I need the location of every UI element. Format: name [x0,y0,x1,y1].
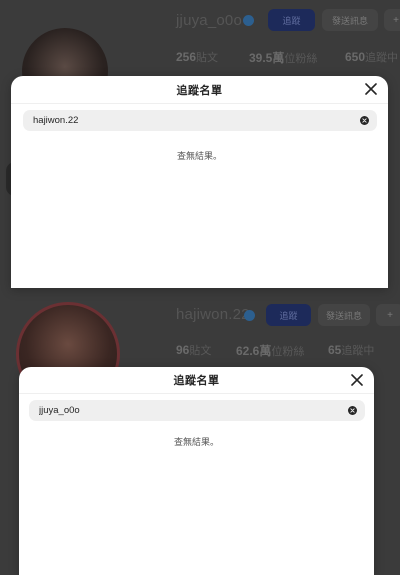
search-box [29,400,365,421]
following-label: 追蹤中 [365,52,399,64]
followers-count: 39.5萬 [249,51,285,65]
following-list-dialog: 追蹤名單 查無結果。 [11,76,388,288]
search-input[interactable] [23,110,360,131]
following-stat[interactable]: 650追蹤中 [345,49,398,65]
profile-username: hajiwon.22 [176,306,250,323]
dialog-title: 追蹤名單 [176,84,223,97]
posts-label: 貼文 [189,345,212,357]
close-icon[interactable] [362,80,380,98]
followers-label: 位粉絲 [284,53,318,65]
no-results-message: 查無結果。 [176,151,222,161]
search-input[interactable] [29,400,348,421]
posts-stat: 256貼文 [176,49,218,65]
search-box [23,110,377,131]
suggest-user-icon[interactable]: + [384,9,400,31]
posts-stat: 96貼文 [176,342,211,358]
close-icon[interactable] [348,371,366,389]
following-stat[interactable]: 65追蹤中 [328,342,374,358]
posts-count: 96 [176,343,190,357]
verified-badge-icon [243,15,254,26]
dialog-title: 追蹤名單 [173,375,220,387]
message-button[interactable]: 發送訊息 [322,9,378,31]
followers-label: 位粉絲 [271,346,305,358]
message-button[interactable]: 發送訊息 [318,304,370,326]
posts-count: 256 [176,50,197,64]
following-list-dialog: 追蹤名單 查無結果。 [19,367,374,575]
following-count: 65 [328,343,342,357]
following-count: 650 [345,50,366,64]
following-label: 追蹤中 [341,345,375,357]
clear-search-icon[interactable] [348,406,357,415]
dialog-header: 追蹤名單 [19,367,374,394]
dialog-header: 追蹤名單 [11,76,388,104]
followers-stat[interactable]: 62.6萬位粉絲 [236,342,304,359]
followers-count: 62.6萬 [236,344,272,358]
verified-badge-icon [244,310,255,321]
no-results-message: 查無結果。 [173,437,219,447]
clear-search-icon[interactable] [360,116,369,125]
follow-button[interactable]: 追蹤 [268,9,315,31]
follow-button[interactable]: 追蹤 [266,304,311,326]
followers-stat[interactable]: 39.5萬位粉絲 [249,49,317,66]
profile-username: jjuya_o0o [176,12,243,29]
posts-label: 貼文 [196,52,219,64]
suggest-user-icon[interactable]: + [376,304,400,326]
